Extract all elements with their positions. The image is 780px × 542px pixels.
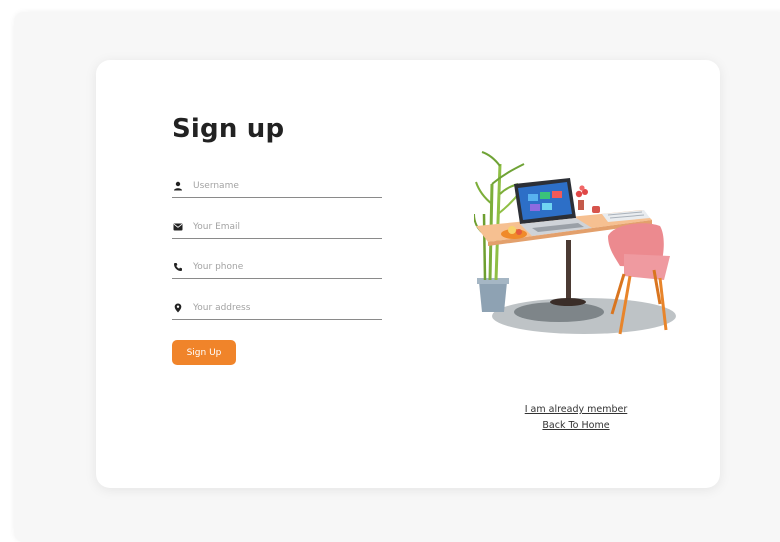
email-input[interactable] <box>193 222 373 232</box>
username-field <box>172 175 382 198</box>
envelope-icon <box>172 221 184 233</box>
username-input[interactable] <box>193 181 373 191</box>
location-pin-icon <box>172 302 184 314</box>
signup-card: Sign up Sign Up <box>96 60 720 488</box>
phone-field <box>172 256 382 279</box>
links-group: I am already member Back To Home <box>516 402 636 434</box>
back-to-home-link[interactable]: Back To Home <box>516 418 636 434</box>
desk-illustration <box>474 151 676 335</box>
user-icon <box>172 180 184 192</box>
page-title: Sign up <box>172 114 285 144</box>
already-member-link[interactable]: I am already member <box>516 402 636 418</box>
phone-icon <box>172 261 184 273</box>
address-field <box>172 297 382 320</box>
address-input[interactable] <box>193 303 373 313</box>
phone-input[interactable] <box>193 262 373 272</box>
email-field <box>172 216 382 239</box>
signup-button[interactable]: Sign Up <box>172 340 236 365</box>
